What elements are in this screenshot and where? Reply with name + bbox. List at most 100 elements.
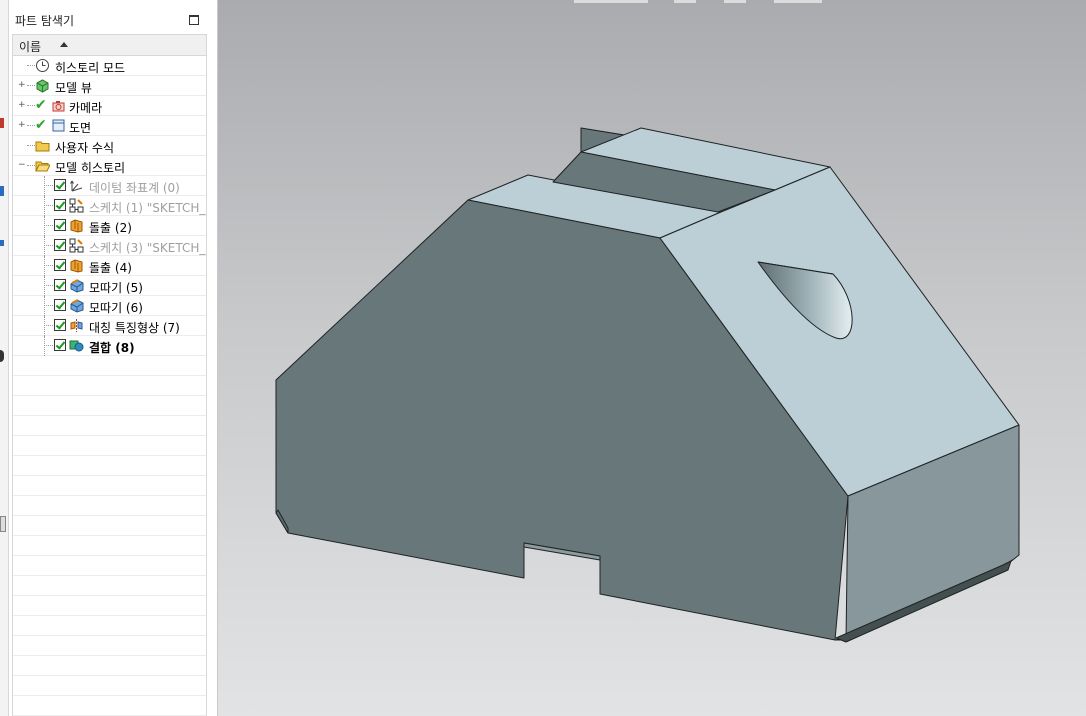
visibility-check-icon[interactable]: ✔	[35, 117, 47, 133]
sketch-icon	[69, 198, 84, 213]
tree-guide-line	[44, 225, 53, 227]
empty-row	[13, 576, 206, 596]
expand-icon[interactable]: +	[18, 101, 26, 110]
empty-row	[13, 496, 206, 516]
chamfer-icon	[69, 278, 84, 293]
folder-open-icon	[35, 158, 51, 173]
tree-guide-line	[44, 325, 53, 327]
tree-row[interactable]: 결합 (8)	[13, 336, 206, 356]
tree-row-label: 모델 히스토리	[55, 161, 126, 175]
toolbar-icon-fragment[interactable]	[0, 186, 4, 196]
tree-row[interactable]: + ✔ 카메라	[13, 96, 206, 116]
left-toolbar-strip	[0, 0, 9, 716]
tree-guide-line	[44, 285, 53, 287]
empty-row	[13, 416, 206, 436]
tree-row[interactable]: 히스토리 모드	[13, 56, 206, 76]
empty-row	[13, 396, 206, 416]
tree-row[interactable]: 돌출 (4)	[13, 256, 206, 276]
feature-checkbox[interactable]	[54, 239, 66, 251]
tree-row-label: 모델 뷰	[55, 81, 92, 95]
tree-row[interactable]: + ✔ 도면	[13, 116, 206, 136]
collapse-icon[interactable]: −	[18, 161, 26, 170]
tree-guide-line	[27, 85, 35, 87]
unite-icon	[69, 338, 84, 353]
tree-row-label: 모따기 (5)	[89, 281, 143, 295]
empty-row	[13, 596, 206, 616]
tree-guide-line	[27, 145, 35, 147]
toolbar-icon-fragment[interactable]	[0, 118, 4, 128]
tree-rows: 히스토리 모드 + 모델 뷰 + ✔ 카메라 + ✔ 도면 사용자 수식 − 모델 히스토리 데이텀 좌…	[13, 56, 206, 716]
tree-row[interactable]: 사용자 수식	[13, 136, 206, 156]
feature-checkbox[interactable]	[54, 199, 66, 211]
sort-ascending-icon	[60, 42, 68, 47]
part-navigator-panel: 파트 탐색기 이름 히스토리 모드 + 모델 뷰 + ✔ 카메라 + ✔ 도면 사용자 수식 − 모델…	[9, 0, 218, 716]
empty-row	[13, 636, 206, 656]
empty-row	[13, 516, 206, 536]
tree-guide-line	[27, 125, 35, 127]
clock-icon	[35, 58, 50, 73]
tree-row[interactable]: 돌출 (2)	[13, 216, 206, 236]
tree-row-label: 돌출 (4)	[89, 261, 132, 275]
datum-csys-icon	[69, 178, 84, 193]
feature-checkbox[interactable]	[54, 339, 66, 351]
graphics-viewport[interactable]	[218, 0, 1086, 716]
folder-icon	[35, 138, 50, 153]
tree-row-label: 결합 (8)	[89, 341, 135, 355]
model-view-icon	[35, 78, 50, 93]
tree-row[interactable]: 스케치 (1) "SKETCH_...	[13, 196, 206, 216]
empty-row	[13, 656, 206, 676]
feature-checkbox[interactable]	[54, 179, 66, 191]
tree-guide-line	[27, 165, 35, 167]
tree-row[interactable]: 대칭 특징형상 (7)	[13, 316, 206, 336]
toolbar-icon-fragment[interactable]	[0, 240, 4, 246]
tree-row[interactable]: 모따기 (5)	[13, 276, 206, 296]
tree-row[interactable]: 스케치 (3) "SKETCH_...	[13, 236, 206, 256]
tree-row-label: 사용자 수식	[55, 141, 115, 155]
tree-row-label: 히스토리 모드	[55, 61, 126, 75]
feature-checkbox[interactable]	[54, 299, 66, 311]
tree-row[interactable]: + 모델 뷰	[13, 76, 206, 96]
tree-row-label: 대칭 특징형상 (7)	[89, 321, 180, 335]
feature-checkbox[interactable]	[54, 259, 66, 271]
feature-checkbox[interactable]	[54, 319, 66, 331]
expand-icon[interactable]: +	[18, 81, 26, 90]
maximize-icon[interactable]	[189, 15, 199, 25]
tree-row[interactable]: 데이텀 좌표계 (0)	[13, 176, 206, 196]
extrude-icon	[69, 218, 84, 233]
feature-checkbox[interactable]	[54, 219, 66, 231]
tree-guide-line	[27, 105, 35, 107]
column-header-name[interactable]: 이름	[13, 35, 206, 56]
tree-row-label: 돌출 (2)	[89, 221, 132, 235]
visibility-check-icon[interactable]: ✔	[35, 97, 47, 113]
sketch-icon	[69, 238, 84, 253]
tree-row-label: 스케치 (1) "SKETCH_...	[89, 201, 207, 215]
tree-guide-line	[44, 305, 53, 307]
drawing-icon	[51, 118, 66, 133]
navigator-tree: 이름 히스토리 모드 + 모델 뷰 + ✔ 카메라 + ✔ 도면 사용자 수식 − 모델 히스토리 데이…	[12, 34, 207, 716]
panel-title: 파트 탐색기	[15, 14, 75, 28]
feature-checkbox[interactable]	[54, 279, 66, 291]
tree-row[interactable]: − 모델 히스토리	[13, 156, 206, 176]
expand-icon[interactable]: +	[18, 121, 26, 130]
tree-row[interactable]: 모따기 (6)	[13, 296, 206, 316]
toolbar-icon-fragment[interactable]	[0, 350, 4, 362]
tree-row-label: 도면	[69, 121, 92, 135]
tree-row-label: 모따기 (6)	[89, 301, 143, 315]
extrude-icon	[69, 258, 84, 273]
tree-guide-line	[44, 265, 53, 267]
toolbar-icon-fragment[interactable]	[0, 516, 6, 532]
tree-row-label: 스케치 (3) "SKETCH_...	[89, 241, 207, 255]
tree-guide-line	[44, 205, 53, 207]
tree-guide-line	[27, 65, 35, 67]
mirror-feature-icon	[69, 318, 84, 333]
empty-row	[13, 696, 206, 716]
camera-icon	[51, 98, 66, 113]
tree-guide-line	[44, 185, 53, 187]
tree-guide-line	[44, 245, 53, 247]
empty-row	[13, 356, 206, 376]
empty-row	[13, 376, 206, 396]
empty-row	[13, 476, 206, 496]
part-model-3d[interactable]	[218, 0, 1086, 716]
column-header-label: 이름	[19, 40, 42, 54]
empty-row	[13, 436, 206, 456]
